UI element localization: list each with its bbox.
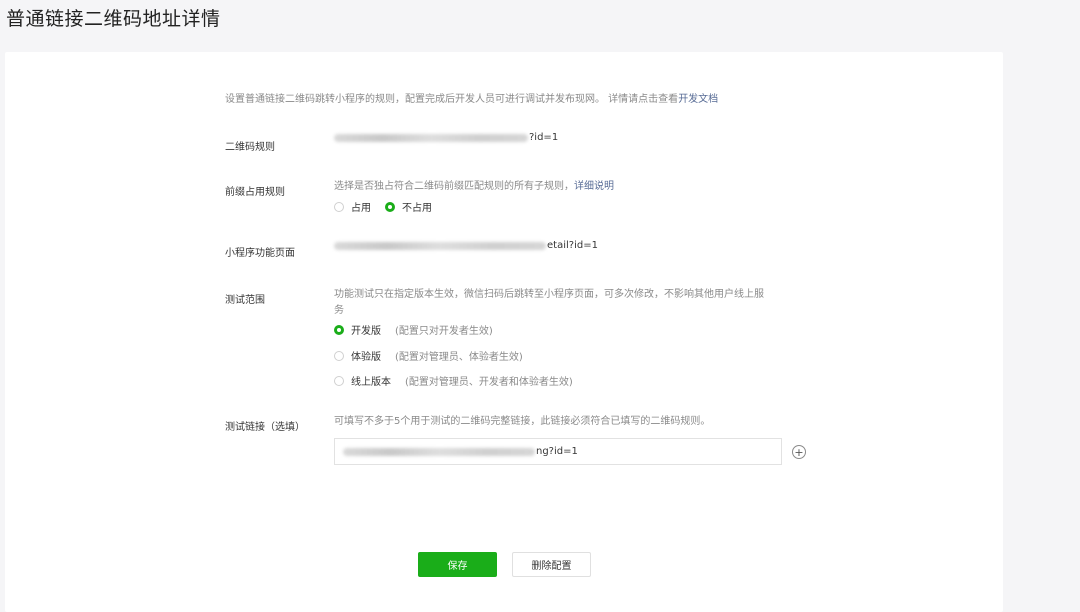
page-path-suffix: etail?id=1 (547, 240, 598, 251)
redacted-test-url (343, 447, 535, 456)
page-path-value: etail?id=1 (334, 240, 598, 251)
radio-online[interactable] (334, 375, 344, 386)
scope-option-trial[interactable]: 体验版 (配置对管理员、体验者生效) (334, 348, 523, 363)
radio-not-occupy-label[interactable]: 不占用 (402, 199, 432, 214)
redacted-path (334, 241, 546, 250)
test-link-input[interactable]: ng?id=1 (334, 438, 782, 465)
redacted-url (334, 133, 528, 142)
radio-occupy-label[interactable]: 占用 (351, 199, 371, 214)
test-scope-label: 测试范围 (225, 295, 265, 306)
test-scope-hint: 功能测试只在指定版本生效，微信扫码后跳转至小程序页面，可多次修改，不影响其他用户… (334, 289, 764, 316)
prefix-rule-hint: 选择是否独占符合二维码前缀匹配规则的所有子规则，详细说明 (334, 179, 614, 195)
test-link-suffix: ng?id=1 (536, 446, 578, 457)
scope-option-online[interactable]: 线上版本 (配置对管理员、开发者和体验者生效) (334, 373, 573, 388)
detail-explanation-link[interactable]: 详细说明 (574, 181, 614, 192)
radio-dev[interactable] (334, 324, 344, 335)
test-link-hint: 可填写不多于5个用于测试的二维码完整链接，此链接必须符合已填写的二维码规则。 (334, 416, 711, 427)
scope-dev-note: (配置只对开发者生效) (395, 326, 493, 337)
rule-detail-card: 设置普通链接二维码跳转小程序的规则，配置完成后开发人员可进行调试并发布现网。 详… (5, 52, 1003, 612)
intro-description: 设置普通链接二维码跳转小程序的规则，配置完成后开发人员可进行调试并发布现网。 详… (225, 94, 679, 105)
prefix-rule-options: 占用 不占用 (334, 199, 446, 214)
prefix-rule-label: 前缀占用规则 (225, 187, 285, 198)
radio-trial[interactable] (334, 350, 344, 361)
qr-rule-value: ?id=1 (334, 132, 558, 143)
page-title: 普通链接二维码地址详情 (6, 8, 221, 30)
scope-dev-label[interactable]: 开发版 (351, 322, 381, 337)
qr-rule-suffix: ?id=1 (529, 132, 559, 143)
scope-trial-note: (配置对管理员、体验者生效) (395, 352, 523, 363)
scope-online-label[interactable]: 线上版本 (351, 373, 391, 388)
test-link-label: 测试链接（选填） (225, 422, 305, 433)
qr-rule-label: 二维码规则 (225, 142, 275, 153)
intro-text: 设置普通链接二维码跳转小程序的规则，配置完成后开发人员可进行调试并发布现网。 详… (225, 90, 718, 105)
save-button[interactable]: 保存 (418, 552, 497, 577)
scope-trial-label[interactable]: 体验版 (351, 348, 381, 363)
add-link-icon[interactable]: + (792, 445, 806, 459)
dev-docs-link[interactable]: 开发文档 (678, 94, 718, 105)
scope-online-note: (配置对管理员、开发者和体验者生效) (405, 377, 573, 388)
prefix-rule-hint-text: 选择是否独占符合二维码前缀匹配规则的所有子规则， (334, 181, 574, 192)
scope-option-dev[interactable]: 开发版 (配置只对开发者生效) (334, 322, 493, 337)
page-path-label: 小程序功能页面 (225, 248, 295, 259)
delete-config-button[interactable]: 删除配置 (512, 552, 591, 577)
radio-not-occupy[interactable] (385, 201, 395, 212)
radio-occupy[interactable] (334, 201, 344, 212)
